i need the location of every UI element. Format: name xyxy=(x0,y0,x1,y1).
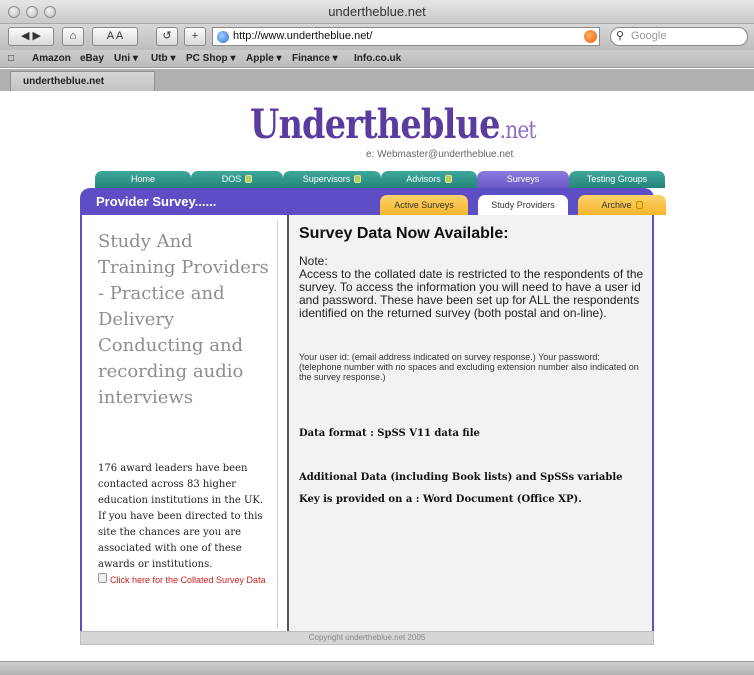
bookmark-pc-shop[interactable]: PC Shop ▾ xyxy=(186,53,235,64)
lock-icon xyxy=(635,201,643,209)
subtab-active-surveys[interactable]: Active Surveys xyxy=(380,195,468,215)
note-text: Access to the collated date is restricte… xyxy=(299,267,644,320)
back-forward-button[interactable]: ◀ ▶ xyxy=(8,27,54,46)
reload-icon: ↺ xyxy=(162,30,172,42)
left-column: Study And Training Providers - Practice … xyxy=(88,221,278,629)
forward-icon[interactable]: ▶ xyxy=(33,30,41,42)
web-page: Undertheblue.net e: Webmaster@underthebl… xyxy=(0,91,754,661)
webmaster-email[interactable]: e: Webmaster@undertheblue.net xyxy=(366,149,513,160)
section-header: Provider Survey...... Active Surveys Stu… xyxy=(80,188,666,215)
subtab-archive[interactable]: Archive xyxy=(578,195,666,215)
nav-tab-advisors[interactable]: Advisors xyxy=(381,171,477,188)
subtab-study-providers[interactable]: Study Providers xyxy=(478,195,568,215)
bookmark-apple[interactable]: Apple ▾ xyxy=(246,53,282,64)
section-title: Provider Survey...... xyxy=(96,194,217,209)
address-text[interactable]: http://www.undertheblue.net/ xyxy=(233,30,372,42)
bookmark-ebay[interactable]: eBay xyxy=(80,53,104,64)
site-logo[interactable]: Undertheblue.net xyxy=(250,101,537,148)
home-icon: ⌂ xyxy=(69,30,77,42)
nav-tab-testing-groups[interactable]: Testing Groups xyxy=(569,171,665,188)
nav-tab-dos[interactable]: DOS xyxy=(191,171,283,188)
search-field[interactable]: ⚲ Google xyxy=(610,27,748,46)
browser-window: undertheblue.net ◀ ▶ ⌂ A A ↺ + http://ww… xyxy=(0,0,754,675)
rss-icon[interactable] xyxy=(584,30,597,43)
collated-data-link[interactable]: Click here for the Collated Survey Data xyxy=(98,575,268,586)
title-bar: undertheblue.net xyxy=(0,0,754,24)
bookmark-uni[interactable]: Uni ▾ xyxy=(114,53,138,64)
browser-toolbar: ◀ ▶ ⌂ A A ↺ + http://www.undertheblue.ne… xyxy=(0,24,754,50)
home-button[interactable]: ⌂ xyxy=(62,27,84,46)
bookmark-amazon[interactable]: Amazon xyxy=(32,53,71,64)
bookmark-utb[interactable]: Utb ▾ xyxy=(151,53,175,64)
nav-tab-home[interactable]: Home xyxy=(95,171,191,188)
nav-tab-surveys[interactable]: Surveys xyxy=(477,171,569,188)
bookmarks-book-icon[interactable]: □ xyxy=(8,53,14,64)
additional-data: Additional Data (including Book lists) a… xyxy=(299,472,623,505)
lock-icon xyxy=(444,175,452,183)
survey-data-heading: Survey Data Now Available: xyxy=(299,225,509,242)
data-format: Data format : SpSS V11 data file xyxy=(299,428,480,439)
right-column: Survey Data Now Available: Note: Access … xyxy=(287,215,652,631)
reload-button[interactable]: ↺ xyxy=(156,27,178,46)
content-panel: Study And Training Providers - Practice … xyxy=(80,215,654,631)
bookmarks-bar: □ Amazon eBay Uni ▾ Utb ▾ PC Shop ▾ Appl… xyxy=(0,50,754,68)
intro-text: 176 award leaders have been contacted ac… xyxy=(98,463,264,570)
nav-tab-supervisors[interactable]: Supervisors xyxy=(283,171,381,188)
window-title: undertheblue.net xyxy=(328,4,426,19)
bookmark-info[interactable]: Info.co.uk xyxy=(354,53,401,64)
tab-bar: undertheblue.net xyxy=(0,69,754,91)
page-footer: Copyright undertheblue.net 2005 xyxy=(80,631,654,645)
globe-icon xyxy=(217,31,229,43)
search-icon: ⚲ xyxy=(616,30,625,42)
credentials-info: Your user id: (email address indicated o… xyxy=(299,352,639,382)
text-size-button[interactable]: A A xyxy=(92,27,138,46)
browser-tab[interactable]: undertheblue.net xyxy=(10,71,155,91)
back-icon[interactable]: ◀ xyxy=(21,30,29,42)
lock-icon xyxy=(245,175,253,183)
address-field[interactable]: http://www.undertheblue.net/ xyxy=(212,27,600,46)
add-bookmark-button[interactable]: + xyxy=(184,27,206,46)
access-note: Note: Access to the collated date is res… xyxy=(299,255,644,320)
lead-heading: Study And Training Providers - Practice … xyxy=(98,231,269,408)
status-bar xyxy=(0,661,754,675)
lock-icon xyxy=(354,175,362,183)
bookmark-finance[interactable]: Finance ▾ xyxy=(292,53,338,64)
